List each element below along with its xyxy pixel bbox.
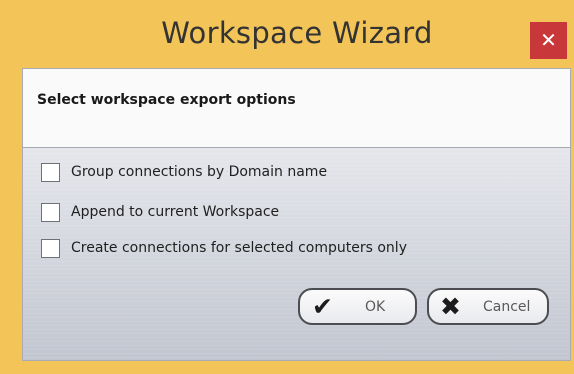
- workspace-wizard-window: Workspace Wizard ✕ Select workspace expo…: [0, 0, 574, 374]
- checkbox-label: Create connections for selected computer…: [71, 240, 407, 256]
- checkbox-label: Append to current Workspace: [71, 204, 280, 220]
- cancel-button[interactable]: ✖ Cancel: [427, 288, 549, 325]
- close-icon: ✕: [540, 28, 557, 52]
- title-bar[interactable]: Workspace Wizard: [0, 0, 574, 68]
- checkbox-box[interactable]: [41, 163, 60, 182]
- append-to-workspace-checkbox[interactable]: Append to current Workspace: [41, 203, 331, 225]
- header-title: Select workspace export options: [37, 92, 296, 108]
- selected-computers-only-checkbox[interactable]: Create connections for selected computer…: [41, 239, 451, 261]
- ok-button[interactable]: ✔ OK: [298, 288, 417, 325]
- window-title: Workspace Wizard: [161, 16, 433, 50]
- checkmark-icon: ✔: [312, 292, 333, 321]
- cancel-button-label: Cancel: [483, 299, 531, 315]
- close-button[interactable]: ✕: [530, 22, 567, 59]
- checkbox-box[interactable]: [41, 239, 60, 258]
- group-by-domain-checkbox[interactable]: Group connections by Domain name: [41, 163, 361, 185]
- checkbox-box[interactable]: [41, 203, 60, 222]
- x-mark-icon: ✖: [440, 292, 461, 321]
- wizard-content: Select workspace export options Group co…: [22, 68, 571, 361]
- ok-button-label: OK: [365, 299, 386, 315]
- header-panel: Select workspace export options: [23, 69, 570, 148]
- checkbox-label: Group connections by Domain name: [71, 164, 328, 180]
